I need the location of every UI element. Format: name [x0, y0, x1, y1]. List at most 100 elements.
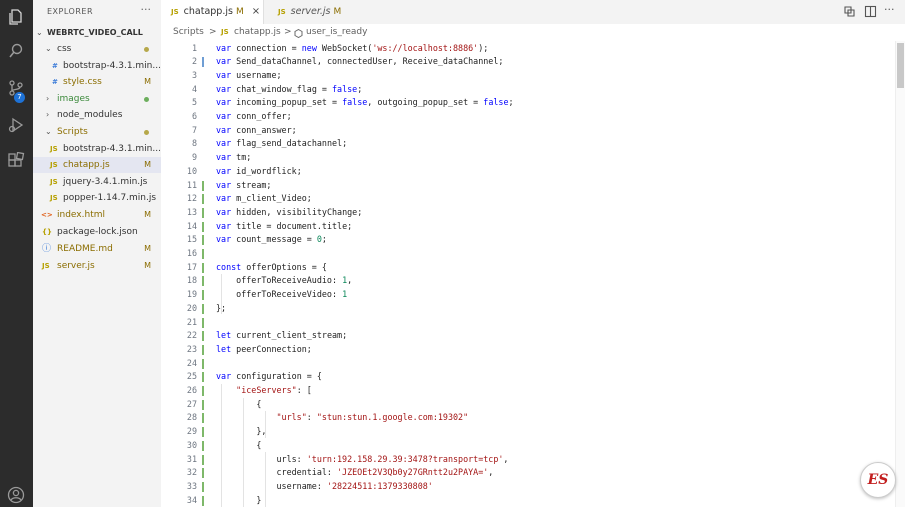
explorer-title: EXPLORER	[47, 7, 93, 16]
js-file-icon: JS	[50, 178, 58, 186]
tree-folder-images[interactable]: › images	[33, 91, 161, 107]
scrollbar-thumb[interactable]	[897, 43, 904, 88]
code-line[interactable]: 26 "iceServers": [	[161, 384, 897, 398]
code-text: credential: 'JZEOEt2V3Qb0y27GRntt2u2PAYA…	[216, 467, 494, 478]
code-editor[interactable]: 1 var connection = new WebSocket('ws://lo…	[161, 41, 905, 507]
code-line[interactable]: 4 var chat_window_flag = false;	[161, 83, 897, 97]
account-icon[interactable]	[5, 484, 27, 506]
channel-logo: ES	[860, 462, 896, 498]
code-line[interactable]: 16	[161, 247, 897, 261]
tree-item-chatapp-js[interactable]: JS chatapp.js M	[33, 157, 161, 173]
code-line[interactable]: 3 var username;	[161, 69, 897, 83]
code-line[interactable]: 18 offerToReceiveAudio: 1,	[161, 274, 897, 288]
code-line[interactable]: 6 var conn_offer;	[161, 110, 897, 124]
code-text: const offerOptions = {	[216, 261, 327, 272]
tree-folder-node-modules[interactable]: › node_modules	[33, 107, 161, 123]
code-text: var m_client_Video;	[216, 193, 312, 204]
code-line[interactable]: 10 var id_wordflick;	[161, 165, 897, 179]
code-line[interactable]: 29 },	[161, 425, 897, 439]
code-line[interactable]: 15 var count_message = 0;	[161, 233, 897, 247]
git-added-marker	[202, 194, 204, 205]
breadcrumb-file[interactable]: chatapp.js	[234, 24, 281, 41]
code-line[interactable]: 5 var incoming_popup_set = false, outgoin…	[161, 96, 897, 110]
open-changes-icon[interactable]	[843, 5, 856, 21]
more-actions-icon[interactable]: ···	[884, 3, 895, 16]
search-icon[interactable]	[5, 40, 27, 62]
code-line[interactable]: 28 "urls": "stun:stun.1.google.com:19302…	[161, 411, 897, 425]
code-line[interactable]: 25 var configuration = {	[161, 370, 897, 384]
js-file-icon: JS	[50, 194, 58, 202]
git-added-marker	[202, 317, 204, 328]
code-line[interactable]: 21	[161, 316, 897, 330]
files-icon[interactable]	[5, 6, 27, 28]
code-text: var conn_answer;	[216, 124, 297, 135]
tree-item-style-css[interactable]: # style.css M	[33, 74, 161, 90]
modified-badge: M	[144, 261, 151, 270]
code-line[interactable]: 34 }	[161, 494, 897, 507]
tree-item-bootstrap-css[interactable]: # bootstrap-4.3.1.min....	[33, 58, 161, 74]
indent-guide	[243, 398, 244, 507]
tree-item-index-html[interactable]: <> index.html M	[33, 207, 161, 223]
line-number: 2	[191, 56, 197, 67]
git-added-marker	[202, 481, 204, 492]
code-line[interactable]: 22 let current_client_stream;	[161, 329, 897, 343]
vertical-scrollbar[interactable]	[895, 41, 905, 507]
tree-item-bootstrap-js[interactable]: JS bootstrap-4.3.1.min....	[33, 141, 161, 157]
tab-server-js[interactable]: JS server.js M	[263, 0, 355, 24]
line-number: 6	[191, 111, 197, 121]
code-line[interactable]: 20};	[161, 302, 897, 316]
tree-item-label: package-lock.json	[57, 227, 138, 237]
line-number: 11	[186, 179, 197, 190]
code-line[interactable]: 19 offerToReceiveVideo: 1	[161, 288, 897, 302]
tab-label: server.js	[290, 6, 331, 17]
code-line[interactable]: 14 var title = document.title;	[161, 220, 897, 234]
chevron-down-icon: ⌄	[45, 127, 52, 136]
code-line[interactable]: 31 urls: 'turn:192.158.29.39:3478?transp…	[161, 453, 897, 467]
git-added-marker	[202, 221, 204, 232]
split-editor-icon[interactable]	[864, 5, 877, 21]
chevron-down-icon: ⌄	[45, 44, 52, 53]
code-line[interactable]: 17 const offerOptions = {	[161, 261, 897, 275]
code-line[interactable]: 2 var Send_dataChannel, connectedUser, Re…	[161, 55, 897, 69]
activity-bar: 7	[0, 0, 33, 507]
tree-folder-scripts[interactable]: ⌄ Scripts	[33, 124, 161, 140]
tree-item-popper-js[interactable]: JS popper-1.14.7.min.js	[33, 190, 161, 206]
tree-item-readme[interactable]: ⓘ README.md M	[33, 241, 161, 257]
code-line[interactable]: 9 var tm;	[161, 151, 897, 165]
modified-badge: M	[144, 77, 151, 86]
project-root[interactable]: ⌄ WEBRTC_VIDEO_CALL	[33, 25, 161, 41]
run-debug-icon[interactable]	[5, 114, 27, 136]
css-file-icon: #	[52, 78, 58, 86]
code-line[interactable]: 12 var m_client_Video;	[161, 192, 897, 206]
js-file-icon: JS	[221, 28, 229, 36]
code-line[interactable]: 1 var connection = new WebSocket('ws://lo…	[161, 42, 897, 56]
code-line[interactable]: 7 var conn_answer;	[161, 124, 897, 138]
tree-folder-css[interactable]: ⌄ css	[33, 41, 161, 57]
code-text: offerToReceiveAudio: 1,	[216, 275, 353, 286]
code-line[interactable]: 32 credential: 'JZEOEt2V3Qb0y27GRntt2u2P…	[161, 466, 897, 480]
code-line[interactable]: 33 username: '28224511:1379330808'	[161, 480, 897, 494]
code-line[interactable]: 24	[161, 357, 897, 371]
more-actions-icon[interactable]: ···	[141, 3, 152, 16]
breadcrumb-symbol[interactable]: user_is_ready	[306, 24, 367, 41]
css-file-icon: #	[52, 62, 58, 70]
tree-item-package-lock[interactable]: {} package-lock.json	[33, 224, 161, 240]
line-number: 21	[186, 316, 197, 327]
code-line[interactable]: 30 {	[161, 439, 897, 453]
tab-chatapp-js[interactable]: JS chatapp.js M ×	[161, 0, 263, 24]
code-text: var connection = new WebSocket('ws://loc…	[216, 42, 489, 53]
tree-item-label: style.css	[63, 77, 102, 87]
code-line[interactable]: 13 var hidden, visibilityChange;	[161, 206, 897, 220]
line-number: 25	[186, 371, 197, 382]
code-line[interactable]: 23 let peerConnection;	[161, 343, 897, 357]
code-text: "iceServers": [	[236, 385, 312, 395]
tree-item-server-js[interactable]: JS server.js M	[33, 258, 161, 274]
code-line[interactable]: 27 {	[161, 398, 897, 412]
extensions-icon[interactable]	[5, 150, 27, 172]
close-icon[interactable]: ×	[252, 6, 260, 17]
breadcrumb-folder[interactable]: Scripts	[173, 24, 204, 41]
code-line[interactable]: 8 var flag_send_datachannel;	[161, 137, 897, 151]
code-line[interactable]: 11 var stream;	[161, 179, 897, 193]
tree-item-jquery-js[interactable]: JS jquery-3.4.1.min.js	[33, 174, 161, 190]
status-dot	[144, 97, 149, 102]
